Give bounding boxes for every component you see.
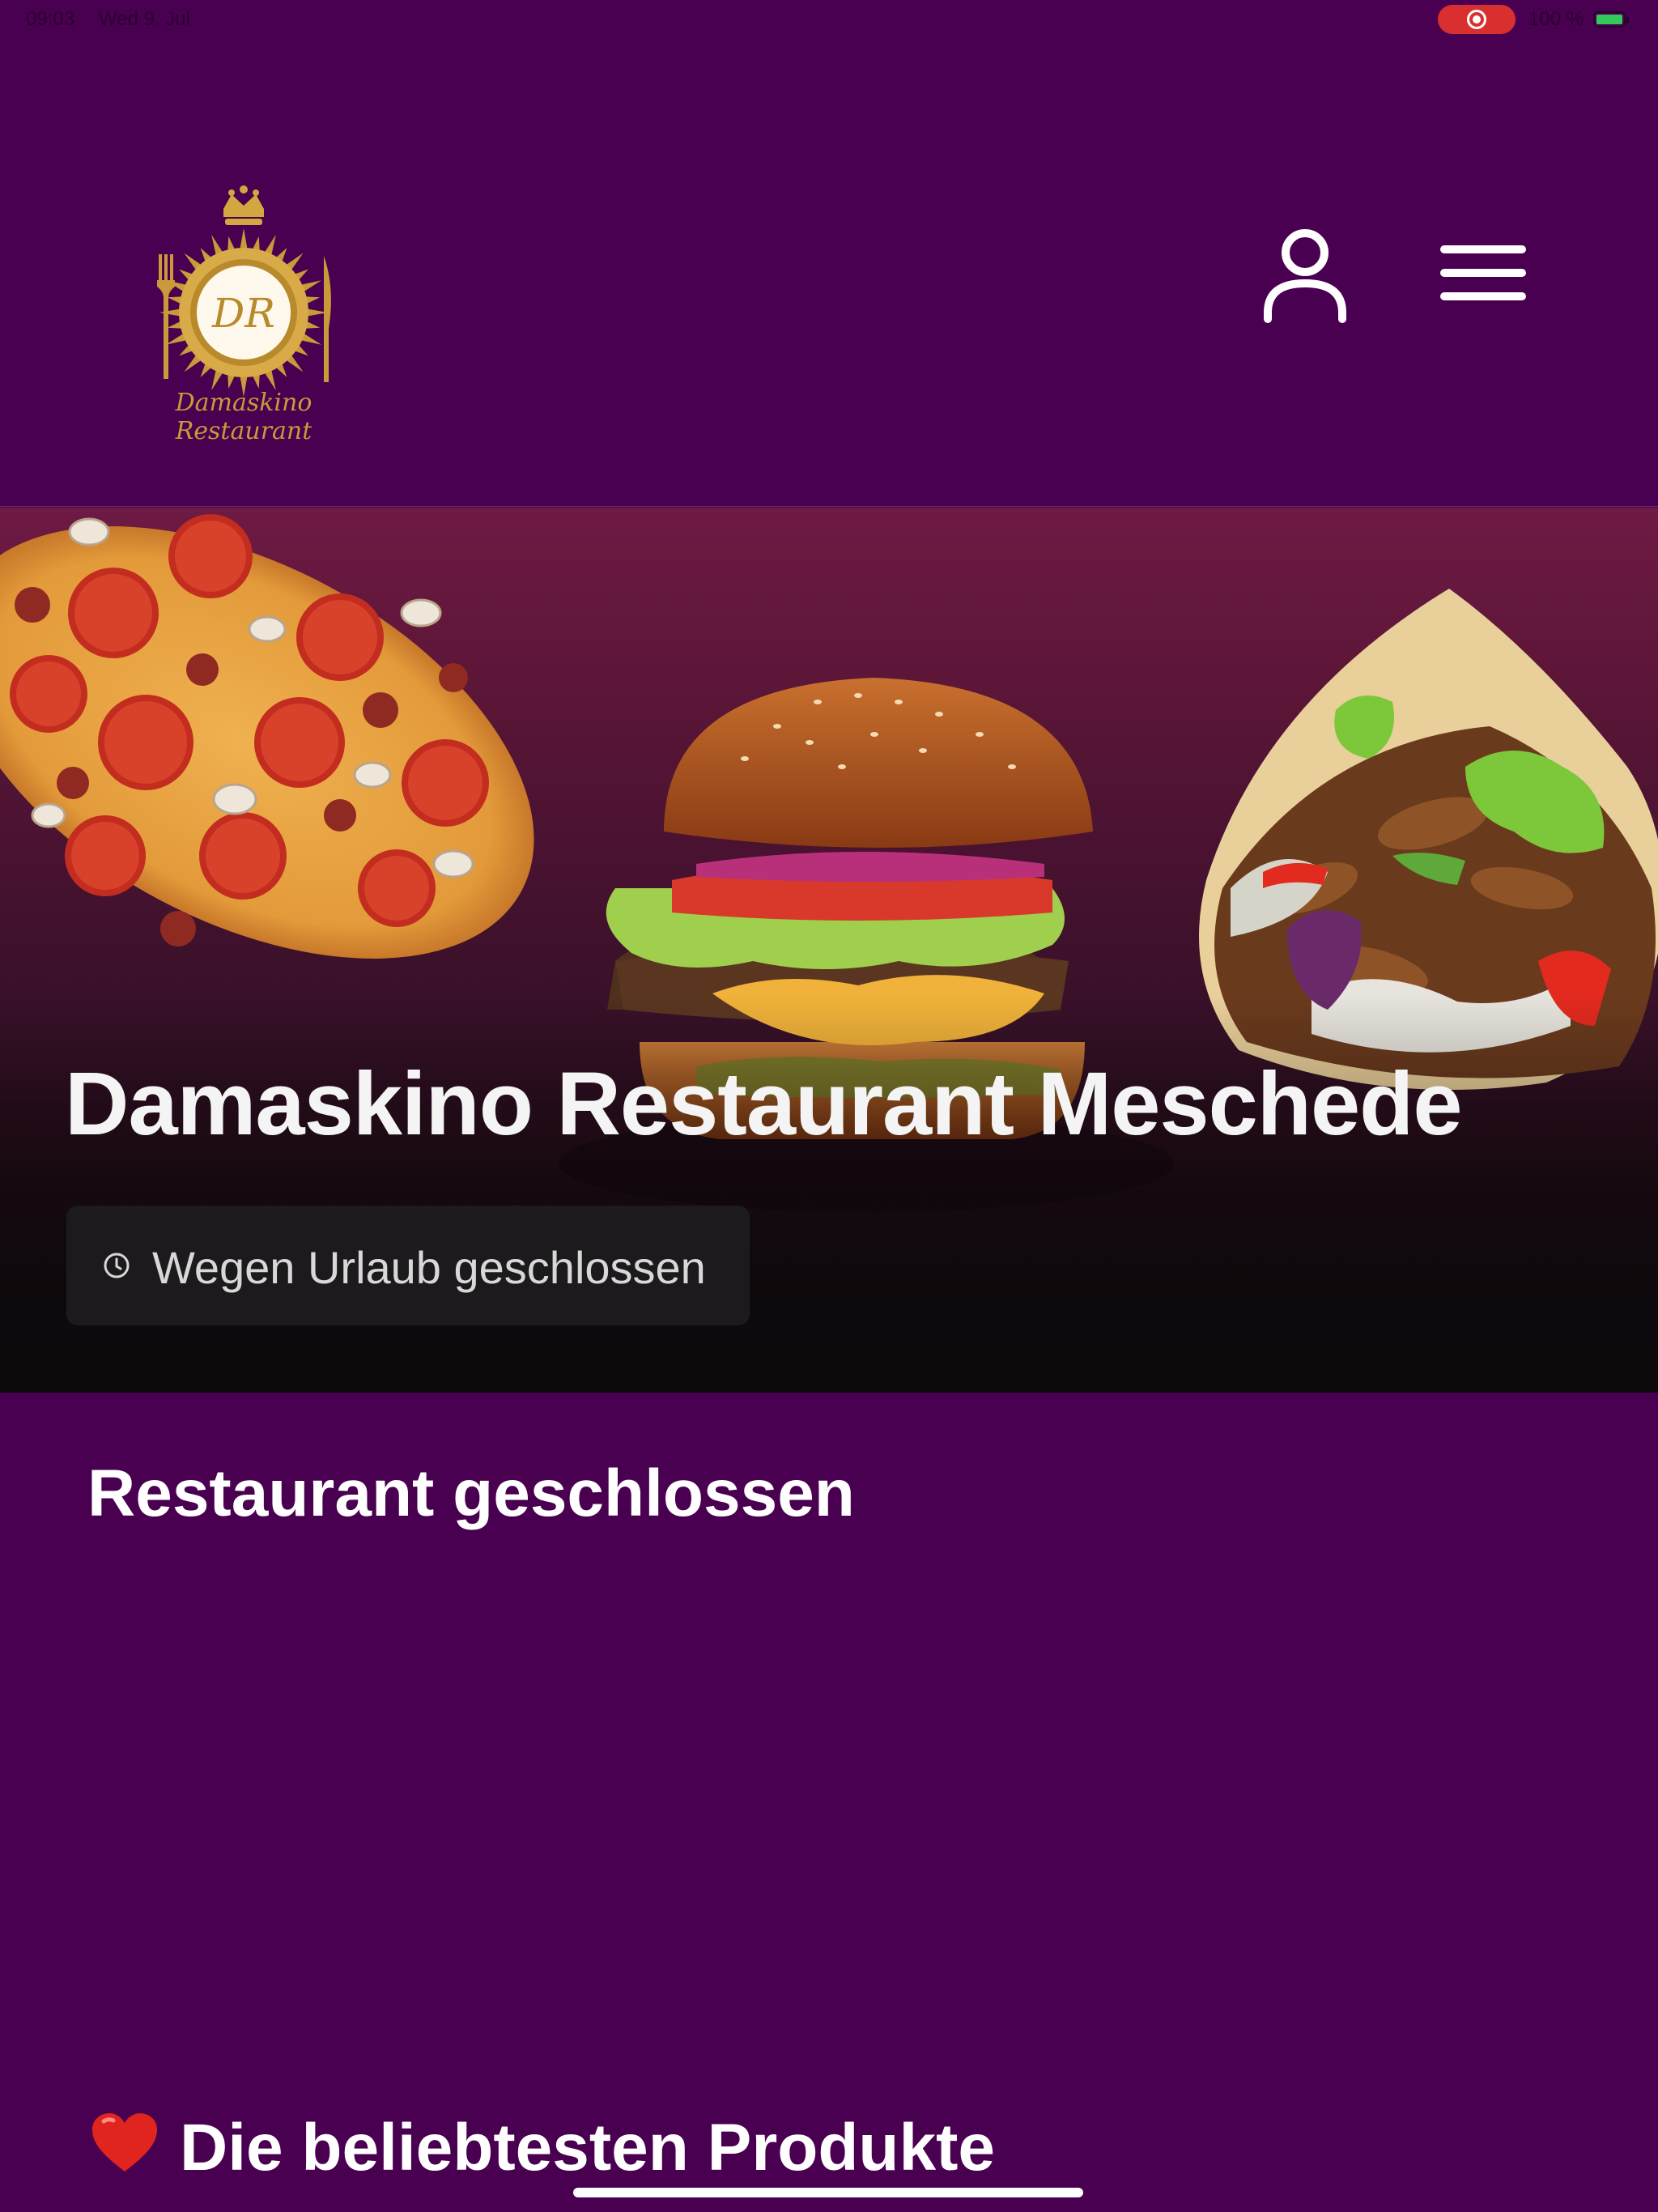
- restaurant-closed-heading: Restaurant geschlossen: [87, 1457, 855, 1530]
- screen-recording-indicator: [1438, 5, 1516, 34]
- hamburger-menu-icon[interactable]: [1435, 238, 1532, 311]
- status-bar: 09:03 Wed 9. Jul 100 %: [0, 0, 1658, 39]
- battery-percentage: 100 %: [1528, 8, 1584, 30]
- hero-banner: Damaskino Restaurant Meschede Wegen Urla…: [0, 508, 1658, 1393]
- heart-icon: [92, 2113, 157, 2172]
- logo-text: Damaskino Restaurant: [175, 389, 312, 445]
- logo-monogram: DR: [211, 290, 275, 337]
- restaurant-title: Damaskino Restaurant Meschede: [65, 1054, 1463, 1154]
- battery-icon: [1593, 11, 1629, 28]
- popular-products-heading: Die beliebtesten Produkte: [89, 2110, 995, 2186]
- app-page: 09:03 Wed 9. Jul 100 % DR Damaskino Rest…: [0, 0, 1658, 2212]
- opening-status-text: Wegen Urlaub geschlossen: [152, 1242, 706, 1293]
- app-header: DR Damaskino Restaurant: [0, 39, 1658, 507]
- status-date: Wed 9. Jul: [99, 8, 190, 30]
- popular-products-label: Die beliebtesten Produkte: [180, 2111, 996, 2184]
- user-icon[interactable]: [1256, 222, 1354, 327]
- clock-icon: [104, 1253, 130, 1278]
- status-time: 09:03: [26, 8, 75, 30]
- opening-status-badge: Wegen Urlaub geschlossen: [66, 1206, 750, 1325]
- home-indicator[interactable]: [573, 2188, 1083, 2197]
